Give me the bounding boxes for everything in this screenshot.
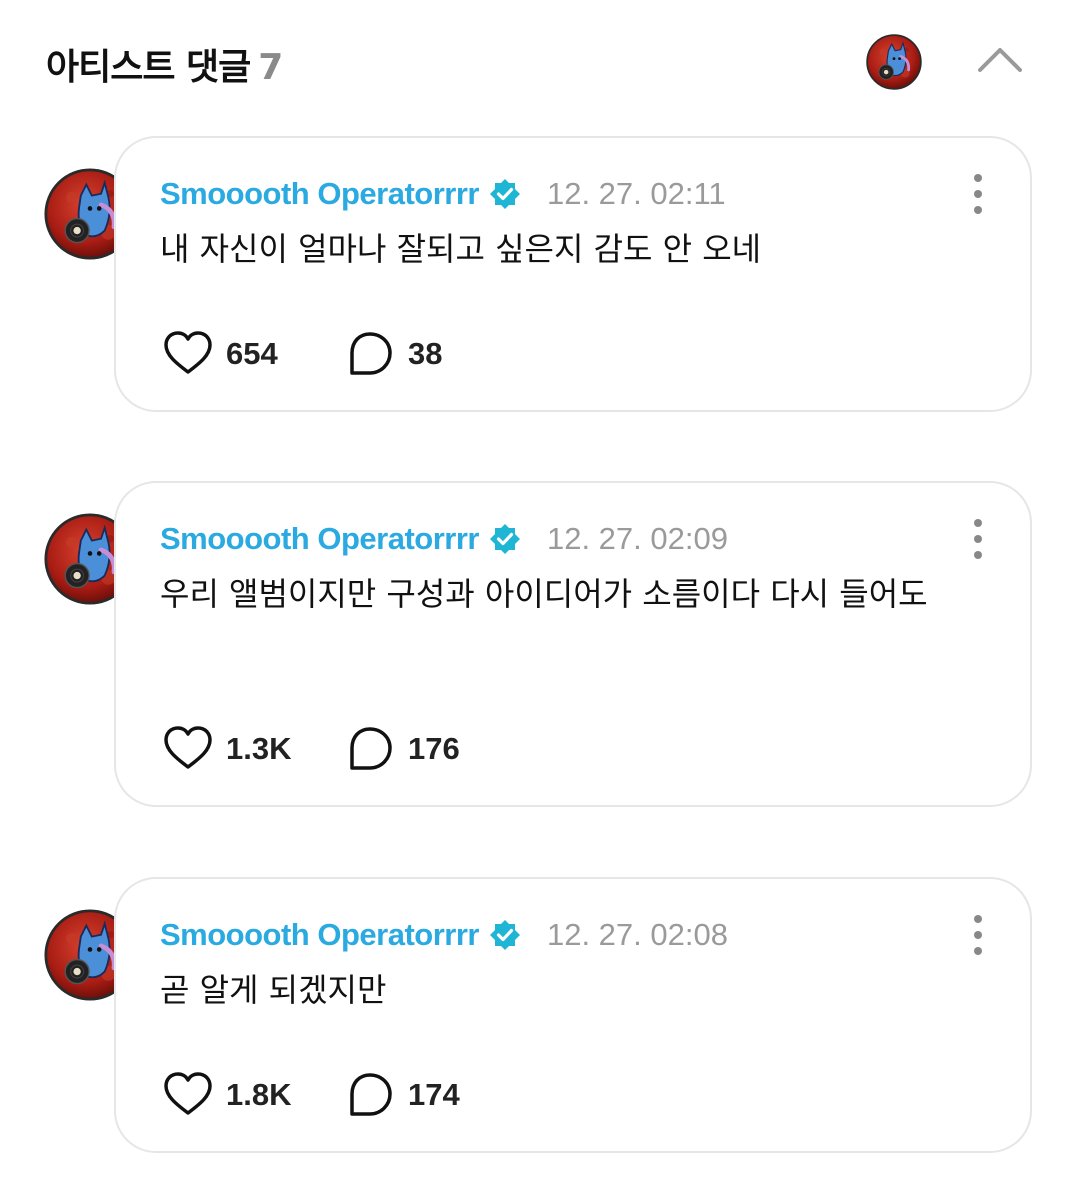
author-name[interactable]: Smooooth Operatorrrr [160,917,479,953]
comment-item: Smooooth Operatorrrr 12. 27. 02:11 내 자신이… [0,136,1080,412]
comment-actions: 1.3K 176 [162,723,460,775]
comment-bubble: Smooooth Operatorrrr 12. 27. 02:09 우리 앨범… [114,481,1032,807]
comment-timestamp: 12. 27. 02:08 [546,917,728,952]
comment-text: 우리 앨범이지만 구성과 아이디어가 소름이다 다시 들어도 [160,575,928,613]
comment-count: 7 [258,47,283,88]
chevron-up-icon[interactable] [972,36,1028,86]
comment-bubble: Smooooth Operatorrrr 12. 27. 02:11 내 자신이… [114,136,1032,412]
more-vertical-icon[interactable] [966,911,990,959]
like-count: 1.3K [226,731,292,766]
verified-badge-icon [489,920,520,950]
comment-actions: 654 38 [162,328,442,380]
comment-bubble-icon [350,1073,392,1116]
more-vertical-icon[interactable] [966,515,990,563]
author-row: Smooooth Operatorrrr 12. 27. 02:09 [160,517,728,561]
comment-item: Smooooth Operatorrrr 12. 27. 02:09 우리 앨범… [0,481,1080,807]
comment-timestamp: 12. 27. 02:11 [546,176,726,211]
reply-button[interactable]: 176 [344,723,460,775]
reply-count: 38 [408,336,443,371]
comment-text: 내 자신이 얼마나 잘되고 싶은지 감도 안 오네 [160,230,762,268]
like-count: 1.8K [226,1077,292,1112]
author-name[interactable]: Smooooth Operatorrrr [160,176,479,212]
artist-avatar-icon[interactable] [866,34,922,90]
author-name[interactable]: Smooooth Operatorrrr [160,521,479,557]
verified-badge-icon [489,524,520,554]
like-count: 654 [226,336,278,371]
comment-item: Smooooth Operatorrrr 12. 27. 02:08 곧 알게 … [0,877,1080,1153]
like-button[interactable]: 654 [162,328,344,380]
heart-icon [164,726,212,769]
reply-button[interactable]: 38 [344,328,442,380]
comment-bubble-icon [350,727,392,770]
heart-icon [164,331,212,374]
header-title: 아티스트 댓글 7 [46,38,283,90]
reply-button[interactable]: 174 [344,1069,460,1121]
header-title-text: 아티스트 댓글 [46,47,251,88]
like-button[interactable]: 1.3K [162,723,344,775]
comment-timestamp: 12. 27. 02:09 [546,521,728,556]
comment-actions: 1.8K 174 [162,1069,460,1121]
author-row: Smooooth Operatorrrr 12. 27. 02:11 [160,172,726,216]
comment-bubble-icon [350,332,392,375]
comment-text: 곧 알게 되겠지만 [160,971,387,1009]
comments-header: 아티스트 댓글 7 [0,0,1080,124]
reply-count: 176 [408,731,460,766]
reply-count: 174 [408,1077,460,1112]
heart-icon [164,1072,212,1115]
more-vertical-icon[interactable] [966,170,990,218]
comment-bubble: Smooooth Operatorrrr 12. 27. 02:08 곧 알게 … [114,877,1032,1153]
verified-badge-icon [489,179,520,209]
author-row: Smooooth Operatorrrr 12. 27. 02:08 [160,913,728,957]
like-button[interactable]: 1.8K [162,1069,344,1121]
